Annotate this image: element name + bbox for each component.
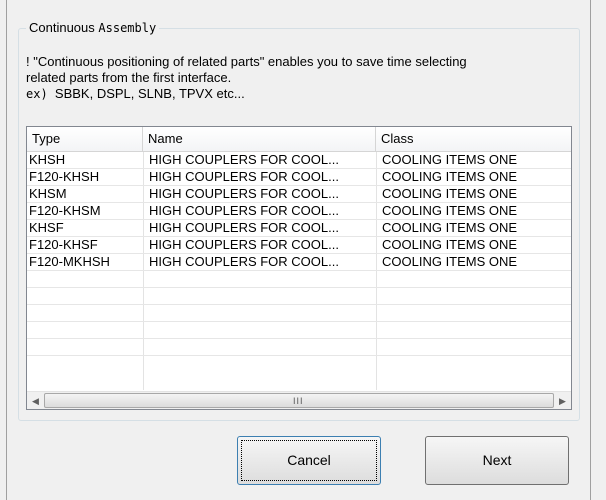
cell-class: COOLING ITEMS ONE — [382, 237, 518, 252]
cell-name: HIGH COUPLERS FOR COOL... — [149, 203, 339, 218]
window-left-border — [6, 0, 7, 500]
cell-name: HIGH COUPLERS FOR COOL... — [149, 237, 339, 252]
cell-type: KHSM — [29, 186, 67, 201]
empty-table-row — [27, 271, 571, 288]
horizontal-scrollbar[interactable]: ◀ III ▶ — [27, 391, 571, 409]
cell-type: KHSH — [29, 152, 66, 167]
cell-class: COOLING ITEMS ONE — [382, 169, 518, 184]
cell-name: HIGH COUPLERS FOR COOL... — [149, 254, 339, 269]
empty-table-row — [27, 339, 571, 356]
table-row[interactable]: F120-MKHSH HIGH COUPLERS FOR COOL... COOLI… — [27, 254, 571, 271]
empty-table-row — [27, 288, 571, 305]
list-header: Type Name Class — [27, 127, 571, 152]
next-button[interactable]: Next — [425, 436, 569, 485]
table-row[interactable]: F120-KHSF HIGH COUPLERS FOR COOL... COOLIN… — [27, 237, 571, 254]
cell-class: COOLING ITEMS ONE — [382, 152, 518, 167]
cell-class: COOLING ITEMS ONE — [382, 203, 518, 218]
cell-name: HIGH COUPLERS FOR COOL... — [149, 169, 339, 184]
table-row[interactable]: F120-KHSM HIGH COUPLERS FOR COOL... COOLIN… — [27, 203, 571, 220]
table-row[interactable]: KHSM HIGH COUPLERS FOR COOL... COOLING ITE… — [27, 186, 571, 203]
column-header-class[interactable]: Class — [376, 127, 571, 151]
column-header-name[interactable]: Name — [143, 127, 376, 151]
cell-type: F120-MKHSH — [29, 254, 110, 269]
dialog-window: Continuous Assembly ! "Continuous positi… — [0, 0, 606, 500]
description-example-prefix: ex) — [26, 87, 55, 101]
empty-table-row — [27, 322, 571, 339]
list-body: KHSH HIGH COUPLERS FOR COOL... COOLING ITE… — [27, 152, 571, 390]
scroll-left-arrow-icon[interactable]: ◀ — [27, 392, 44, 409]
focus-ring — [241, 440, 377, 481]
cell-class: COOLING ITEMS ONE — [382, 254, 518, 269]
cell-class: COOLING ITEMS ONE — [382, 220, 518, 235]
cell-type: F120-KHSF — [29, 237, 98, 252]
cancel-button[interactable]: Cancel — [237, 436, 381, 485]
cell-name: HIGH COUPLERS FOR COOL... — [149, 152, 339, 167]
cell-class: COOLING ITEMS ONE — [382, 186, 518, 201]
description-line-1: ! "Continuous positioning of related par… — [26, 54, 467, 69]
cell-type: F120-KHSH — [29, 169, 100, 184]
window-right-border — [590, 0, 591, 500]
group-title: Continuous Assembly — [26, 20, 160, 35]
table-row[interactable]: KHSH HIGH COUPLERS FOR COOL... COOLING ITE… — [27, 152, 571, 169]
cell-name: HIGH COUPLERS FOR COOL... — [149, 220, 339, 235]
description-example-list: SBBK, DSPL, SLNB, TPVX etc... — [54, 86, 245, 101]
table-row[interactable]: F120-KHSH HIGH COUPLERS FOR COOL... COOLIN… — [27, 169, 571, 186]
description-text: ! "Continuous positioning of related par… — [26, 54, 578, 102]
cell-type: KHSF — [29, 220, 64, 235]
cell-name: HIGH COUPLERS FOR COOL... — [149, 186, 339, 201]
table-row[interactable]: KHSF HIGH COUPLERS FOR COOL... COOLING ITE… — [27, 220, 571, 237]
scroll-right-arrow-icon[interactable]: ▶ — [554, 392, 571, 409]
column-header-type[interactable]: Type — [27, 127, 143, 151]
cell-type: F120-KHSM — [29, 203, 101, 218]
scrollbar-thumb[interactable]: III — [44, 393, 554, 408]
group-title-prefix: Continuous — [29, 20, 99, 35]
empty-table-row — [27, 305, 571, 322]
description-line-3: ex) SBBK, DSPL, SLNB, TPVX etc... — [26, 86, 578, 102]
related-parts-list[interactable]: Type Name Class KHSH HIGH COUPLERS FOR CO… — [26, 126, 572, 410]
description-line-2: related parts from the first interface. — [26, 70, 232, 85]
scrollbar-grip-icon: III — [293, 396, 304, 406]
group-title-suffix: Assembly — [98, 21, 157, 35]
